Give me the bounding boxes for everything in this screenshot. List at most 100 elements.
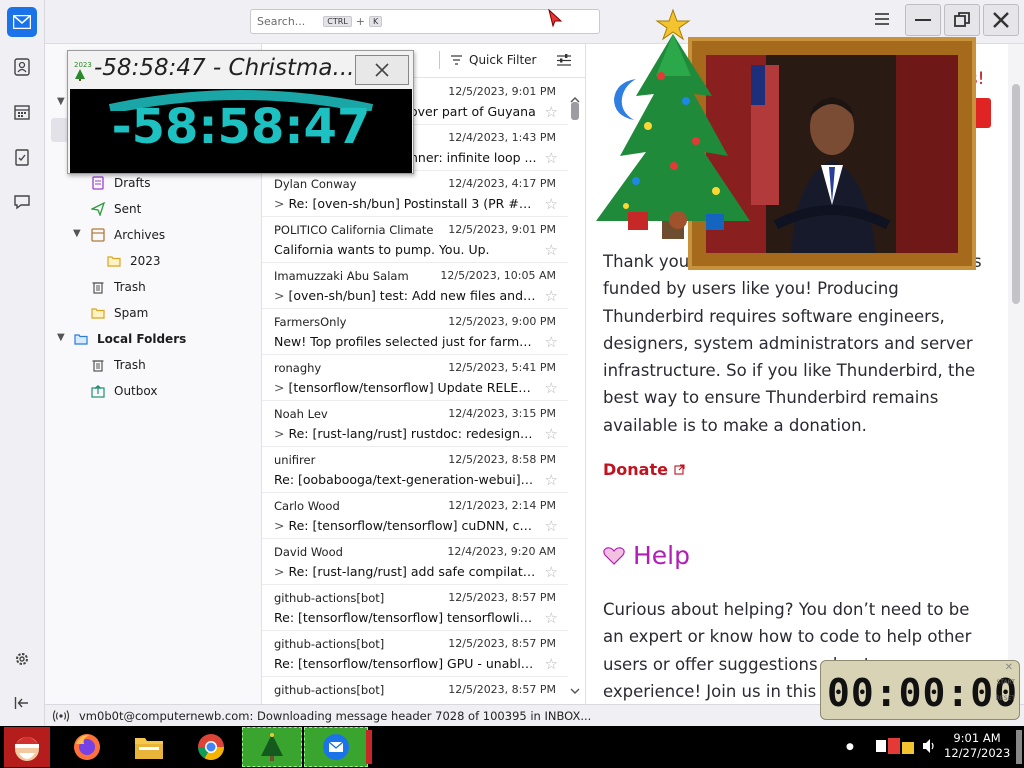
folder-2023[interactable]: 2023 bbox=[106, 250, 161, 272]
thread-expand-icon[interactable]: > bbox=[274, 426, 284, 441]
message-row[interactable]: github-actions[bot] 12/5/2023, 8:57 PM bbox=[262, 677, 568, 704]
message-subject: Re: [tensorflow/tensorflow] cuDNN, cuFF.… bbox=[288, 518, 536, 533]
donate-link[interactable]: Donate bbox=[603, 460, 685, 479]
content-scrollbar[interactable] bbox=[1008, 44, 1024, 704]
message-subject-line: Re: [oobabooga/text-generation-webui] U.… bbox=[274, 472, 536, 487]
star-icon[interactable]: ☆ bbox=[545, 471, 558, 489]
local-folders-twisty-icon[interactable]: ▼ bbox=[57, 332, 65, 343]
folder-trash[interactable]: Trash bbox=[90, 276, 146, 298]
thread-expand-icon[interactable]: > bbox=[274, 564, 284, 579]
stopwatch-widget[interactable]: 00:00:00 START RESET ✕ bbox=[820, 660, 1020, 720]
message-row[interactable]: POLITICO California Climate 12/5/2023, 9:… bbox=[262, 217, 568, 263]
folder-drafts[interactable]: Drafts bbox=[90, 172, 151, 194]
folder-explorer-icon bbox=[135, 738, 163, 759]
folder-archives[interactable]: Archives bbox=[90, 224, 165, 246]
folder-local-trash[interactable]: Trash bbox=[90, 354, 146, 376]
scroll-down-icon[interactable] bbox=[568, 686, 582, 696]
star-icon[interactable]: ☆ bbox=[545, 379, 558, 397]
star-icon[interactable]: ☆ bbox=[545, 425, 558, 443]
taskbar-thunderbird[interactable] bbox=[304, 727, 368, 767]
message-row[interactable]: Noah Lev 12/4/2023, 3:15 PM > Re: [rust-lan… bbox=[262, 401, 568, 447]
collapse-spaces-button[interactable] bbox=[7, 688, 37, 718]
star-icon[interactable]: ☆ bbox=[545, 333, 558, 351]
tray-clock[interactable]: 9:01 AM 12/27/2023 bbox=[944, 731, 1010, 761]
star-icon[interactable]: ☆ bbox=[545, 149, 558, 167]
countdown-close-button[interactable] bbox=[355, 55, 409, 85]
stopwatch-digits: 00:00:00 bbox=[827, 671, 1019, 715]
account-twisty-icon[interactable]: ▼ bbox=[57, 96, 65, 107]
address-book-space-button[interactable] bbox=[7, 52, 37, 82]
minimize-button[interactable] bbox=[905, 4, 941, 36]
message-subject: Re: [tensorflow/tensorflow] GPU - unable… bbox=[274, 656, 536, 671]
clock-date: 12/27/2023 bbox=[944, 746, 1011, 760]
message-row[interactable]: ronaghy 12/5/2023, 5:41 PM > [tensorflow/te… bbox=[262, 355, 568, 401]
quick-filter-button[interactable]: Quick Filter bbox=[450, 53, 536, 67]
taskbar-chrome[interactable] bbox=[190, 727, 232, 767]
archives-twisty-icon[interactable]: ▼ bbox=[73, 228, 81, 239]
para2-tail: experience! Join us in this c bbox=[603, 681, 831, 701]
chat-space-button[interactable] bbox=[7, 187, 37, 217]
message-row[interactable]: David Wood 12/4/2023, 9:20 AM > Re: [rust-l… bbox=[262, 539, 568, 585]
star-icon[interactable]: ☆ bbox=[545, 563, 558, 581]
folder-icon bbox=[106, 254, 122, 268]
message-row[interactable]: Imamuzzaki Abu Salam 12/5/2023, 10:05 AM >… bbox=[262, 263, 568, 309]
thread-expand-icon[interactable]: > bbox=[274, 518, 284, 533]
mail-space-button[interactable] bbox=[7, 7, 37, 37]
star-icon[interactable]: ☆ bbox=[545, 103, 558, 121]
message-row[interactable]: unifirer 12/5/2023, 8:58 PM Re: [oobabooga… bbox=[262, 447, 568, 493]
folder-spam[interactable]: Spam bbox=[90, 302, 148, 324]
message-sender: Dylan Conway bbox=[274, 177, 357, 191]
stopwatch-close-icon[interactable]: ✕ bbox=[1005, 662, 1013, 673]
calendar-icon bbox=[14, 105, 30, 120]
volume-icon[interactable] bbox=[922, 738, 936, 754]
online-status-icon[interactable] bbox=[53, 709, 69, 722]
folder-sent[interactable]: Sent bbox=[90, 198, 141, 220]
message-row[interactable]: Dylan Conway 12/4/2023, 4:17 PM > Re: [oven… bbox=[262, 171, 568, 217]
stopwatch-start-button[interactable]: START bbox=[996, 679, 1015, 686]
star-icon[interactable]: ☆ bbox=[545, 655, 558, 673]
thread-expand-icon[interactable]: > bbox=[274, 196, 284, 211]
star-icon[interactable]: ☆ bbox=[545, 609, 558, 627]
app-menu-icon[interactable] bbox=[875, 13, 889, 25]
external-link-icon bbox=[673, 464, 685, 475]
message-date: 12/5/2023, 8:58 PM bbox=[448, 453, 556, 466]
message-date: 12/5/2023, 10:05 AM bbox=[440, 269, 556, 282]
countdown-window[interactable]: 2023 -58:58:47 - Christma... -58:58:47 bbox=[67, 50, 414, 174]
star-icon[interactable]: ☆ bbox=[545, 517, 558, 535]
tray-icons[interactable] bbox=[874, 736, 920, 758]
star-icon[interactable]: ☆ bbox=[545, 241, 558, 259]
close-icon bbox=[375, 63, 389, 77]
restore-icon bbox=[954, 12, 970, 27]
stopwatch-reset-button[interactable]: RESET bbox=[996, 695, 1015, 702]
search-placeholder: Search... bbox=[257, 15, 306, 28]
content-scroll-thumb[interactable] bbox=[1012, 84, 1020, 304]
taskbar-firefox[interactable] bbox=[66, 727, 108, 767]
folder-outbox[interactable]: Outbox bbox=[90, 380, 157, 402]
tasks-space-button[interactable] bbox=[7, 142, 37, 172]
close-button[interactable] bbox=[983, 4, 1019, 36]
message-sender: github-actions[bot] bbox=[274, 683, 385, 697]
start-button[interactable] bbox=[4, 727, 50, 767]
folder-local-folders[interactable]: Local Folders bbox=[73, 328, 186, 350]
tasks-icon bbox=[15, 149, 29, 166]
restore-button[interactable] bbox=[944, 4, 980, 36]
star-icon[interactable]: ☆ bbox=[545, 195, 558, 213]
message-row[interactable]: github-actions[bot] 12/5/2023, 8:57 PM Re:… bbox=[262, 631, 568, 677]
chrome-icon bbox=[197, 734, 225, 761]
taskbar-file-explorer[interactable] bbox=[128, 727, 170, 767]
calendar-space-button[interactable] bbox=[7, 97, 37, 127]
message-subject: [tensorflow/tensorflow] Update RELEAS... bbox=[288, 380, 536, 395]
thread-expand-icon[interactable]: > bbox=[274, 380, 284, 395]
message-row[interactable]: github-actions[bot] 12/5/2023, 8:57 PM Re:… bbox=[262, 585, 568, 631]
message-date: 12/4/2023, 3:15 PM bbox=[448, 407, 556, 420]
message-sender: ronaghy bbox=[274, 361, 322, 375]
star-icon[interactable]: ☆ bbox=[545, 287, 558, 305]
christmas-tree-task-icon bbox=[261, 733, 283, 761]
thread-expand-icon[interactable]: > bbox=[274, 288, 284, 303]
message-row[interactable]: Carlo Wood 12/1/2023, 2:14 PM > Re: [tensor… bbox=[262, 493, 568, 539]
message-row[interactable]: FarmersOnly 12/5/2023, 9:00 PM New! Top pr… bbox=[262, 309, 568, 355]
settings-space-button[interactable] bbox=[7, 644, 37, 674]
message-subject-line: > Re: [rust-lang/rust] rustdoc: redesign … bbox=[274, 426, 536, 441]
taskbar-christmas-countdown[interactable] bbox=[242, 727, 302, 767]
show-desktop-button[interactable] bbox=[1016, 730, 1022, 764]
